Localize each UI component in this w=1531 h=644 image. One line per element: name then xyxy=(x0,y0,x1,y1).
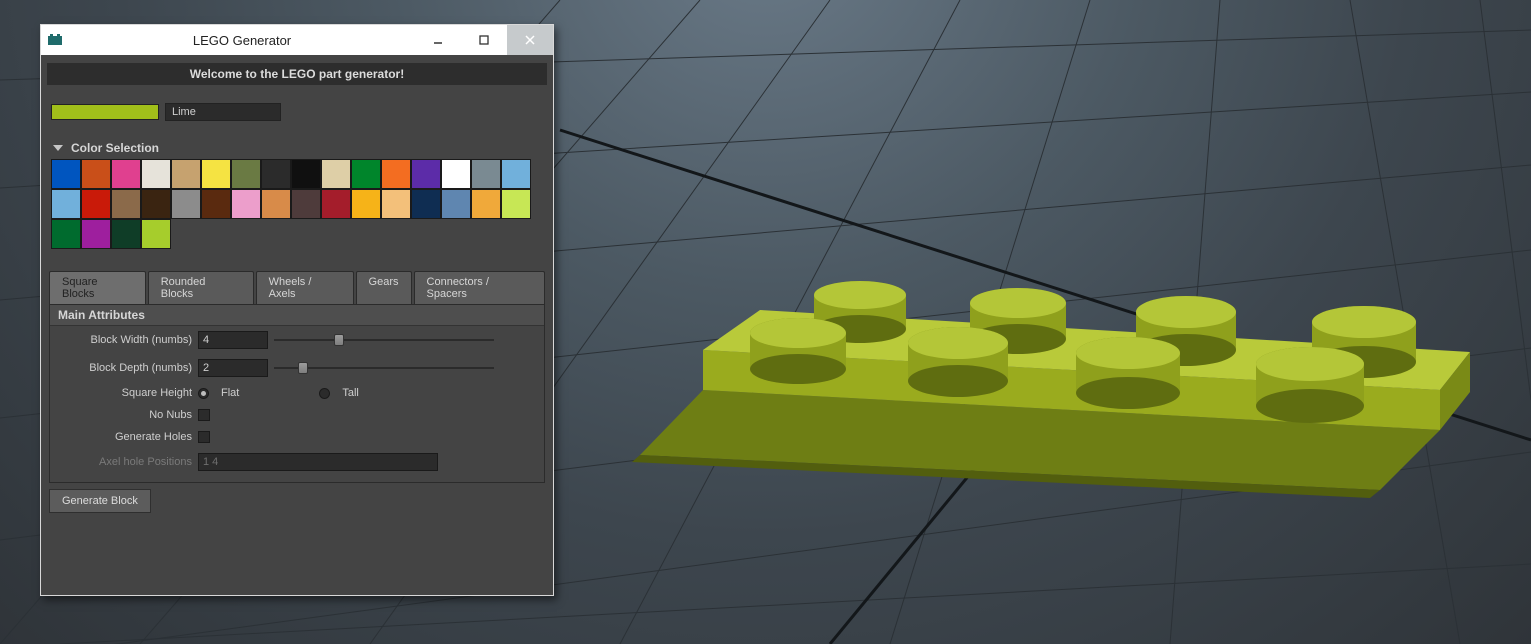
color-swatch[interactable] xyxy=(81,219,111,249)
maximize-button[interactable] xyxy=(461,25,507,55)
tab-wheels-axels[interactable]: Wheels / Axels xyxy=(256,271,354,304)
height-flat-label: Flat xyxy=(221,387,239,399)
minimize-button[interactable] xyxy=(415,25,461,55)
color-swatch[interactable] xyxy=(351,189,381,219)
block-depth-input[interactable] xyxy=(198,359,268,377)
color-swatch[interactable] xyxy=(381,159,411,189)
generate-holes-label: Generate Holes xyxy=(56,431,192,443)
selected-color-name[interactable] xyxy=(165,103,281,121)
color-swatch[interactable] xyxy=(411,189,441,219)
color-swatch[interactable] xyxy=(321,189,351,219)
color-swatch[interactable] xyxy=(201,189,231,219)
app-icon xyxy=(47,32,63,48)
color-swatch[interactable] xyxy=(261,189,291,219)
block-depth-slider[interactable] xyxy=(274,360,494,376)
block-width-slider[interactable] xyxy=(274,332,494,348)
color-swatch[interactable] xyxy=(111,189,141,219)
tab-gears[interactable]: Gears xyxy=(356,271,412,304)
generate-holes-checkbox[interactable] xyxy=(198,431,210,443)
height-flat-radio[interactable] xyxy=(198,388,209,399)
tabs: Square BlocksRounded BlocksWheels / Axel… xyxy=(45,271,549,304)
color-swatch[interactable] xyxy=(441,189,471,219)
color-palette xyxy=(45,159,545,261)
lego-brick xyxy=(632,281,1470,498)
titlebar[interactable]: LEGO Generator xyxy=(41,25,553,55)
color-swatch[interactable] xyxy=(471,159,501,189)
color-swatch[interactable] xyxy=(51,159,81,189)
close-button[interactable] xyxy=(507,25,553,55)
window-title: LEGO Generator xyxy=(69,33,415,48)
color-swatch[interactable] xyxy=(141,219,171,249)
color-swatch[interactable] xyxy=(111,159,141,189)
color-swatch[interactable] xyxy=(291,159,321,189)
chevron-down-icon xyxy=(53,145,63,151)
color-swatch[interactable] xyxy=(51,189,81,219)
height-tall-label: Tall xyxy=(342,387,359,399)
tab-connectors-spacers[interactable]: Connectors / Spacers xyxy=(414,271,545,304)
color-swatch[interactable] xyxy=(381,189,411,219)
block-width-input[interactable] xyxy=(198,331,268,349)
selected-color-swatch[interactable] xyxy=(51,104,159,120)
no-nubs-checkbox[interactable] xyxy=(198,409,210,421)
color-swatch[interactable] xyxy=(261,159,291,189)
color-swatch[interactable] xyxy=(171,189,201,219)
color-swatch[interactable] xyxy=(321,159,351,189)
main-attributes-header: Main Attributes xyxy=(50,305,544,326)
square-height-label: Square Height xyxy=(56,387,192,399)
color-swatch[interactable] xyxy=(201,159,231,189)
tab-square-blocks[interactable]: Square Blocks xyxy=(49,271,146,304)
color-swatch[interactable] xyxy=(81,189,111,219)
color-swatch[interactable] xyxy=(471,189,501,219)
generate-block-button[interactable]: Generate Block xyxy=(49,489,151,513)
axel-positions-label: Axel hole Positions xyxy=(56,456,192,468)
height-tall-radio[interactable] xyxy=(319,388,330,399)
block-depth-label: Block Depth (numbs) xyxy=(56,362,192,374)
color-swatch[interactable] xyxy=(231,159,261,189)
color-swatch[interactable] xyxy=(501,159,531,189)
color-swatch[interactable] xyxy=(351,159,381,189)
color-swatch[interactable] xyxy=(51,219,81,249)
tab-panel: Main Attributes Block Width (numbs) Bloc… xyxy=(49,304,545,483)
color-swatch[interactable] xyxy=(441,159,471,189)
color-swatch[interactable] xyxy=(501,189,531,219)
color-swatch[interactable] xyxy=(141,189,171,219)
block-width-label: Block Width (numbs) xyxy=(56,334,192,346)
tab-rounded-blocks[interactable]: Rounded Blocks xyxy=(148,271,254,304)
lego-generator-window: LEGO Generator Welcome to the LEGO part … xyxy=(40,24,554,596)
color-swatch[interactable] xyxy=(81,159,111,189)
color-swatch[interactable] xyxy=(171,159,201,189)
color-swatch[interactable] xyxy=(231,189,261,219)
color-section-title: Color Selection xyxy=(71,141,159,155)
color-swatch[interactable] xyxy=(411,159,441,189)
axel-positions-input xyxy=(198,453,438,471)
welcome-banner: Welcome to the LEGO part generator! xyxy=(47,63,547,85)
color-swatch[interactable] xyxy=(111,219,141,249)
color-swatch[interactable] xyxy=(291,189,321,219)
color-section-header[interactable]: Color Selection xyxy=(45,135,549,159)
no-nubs-label: No Nubs xyxy=(56,409,192,421)
color-swatch[interactable] xyxy=(141,159,171,189)
